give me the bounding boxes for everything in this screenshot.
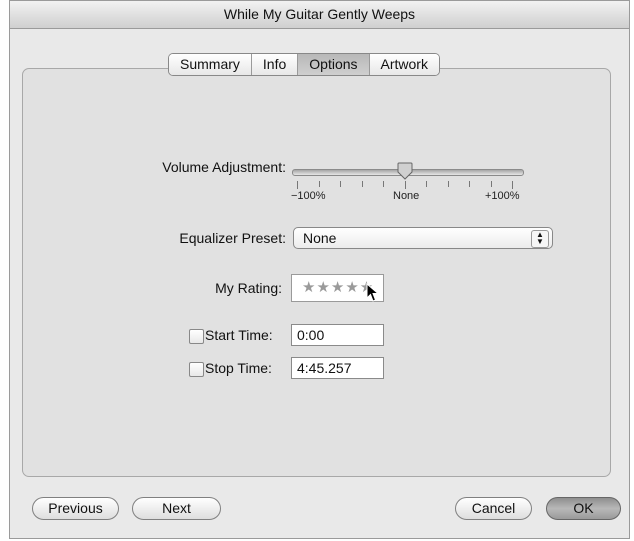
volume-tick	[361, 181, 363, 187]
start-time-checkbox[interactable]	[189, 329, 204, 344]
volume-tick	[383, 181, 384, 187]
volume-max-label: +100%	[485, 190, 520, 202]
window-title: While My Guitar Gently Weeps	[10, 1, 629, 29]
equalizer-select[interactable]: None ▲ ▼	[293, 227, 553, 249]
tab-artwork[interactable]: Artwork	[369, 54, 439, 75]
chevron-up-down-icon: ▲ ▼	[531, 230, 549, 248]
stop-time-label: Stop Time:	[205, 360, 272, 376]
tab-summary[interactable]: Summary	[169, 54, 252, 75]
volume-tick	[469, 181, 470, 187]
volume-tick	[297, 181, 298, 189]
mouse-pointer-icon	[366, 283, 380, 302]
volume-tick	[490, 181, 492, 187]
volume-label: Volume Adjustment:	[162, 159, 286, 175]
volume-slider-thumb[interactable]	[397, 162, 413, 180]
volume-tick	[447, 181, 449, 187]
start-time-label: Start Time:	[205, 327, 273, 343]
volume-tick	[404, 181, 406, 189]
rating-label: My Rating:	[215, 280, 282, 296]
tab-bar: Summary Info Options Artwork	[168, 53, 440, 76]
ok-button[interactable]: OK	[546, 497, 621, 520]
volume-mid-label: None	[393, 190, 420, 202]
options-panel	[22, 68, 611, 477]
volume-tick	[512, 181, 513, 189]
tab-info[interactable]: Info	[251, 54, 299, 75]
volume-min-label: −100%	[291, 190, 326, 202]
volume-tick	[426, 181, 427, 187]
start-time-field[interactable]: 0:00	[291, 324, 384, 346]
cancel-button[interactable]: Cancel	[455, 497, 532, 520]
stop-time-checkbox[interactable]	[189, 362, 204, 377]
volume-tick	[318, 181, 320, 187]
volume-tick	[340, 181, 341, 187]
stop-time-field[interactable]: 4:45.257	[291, 357, 384, 379]
equalizer-selected-value: None	[303, 230, 337, 246]
tab-options[interactable]: Options	[298, 54, 370, 75]
equalizer-label: Equalizer Preset:	[179, 230, 286, 246]
next-button[interactable]: Next	[132, 497, 221, 520]
previous-button[interactable]: Previous	[32, 497, 119, 520]
